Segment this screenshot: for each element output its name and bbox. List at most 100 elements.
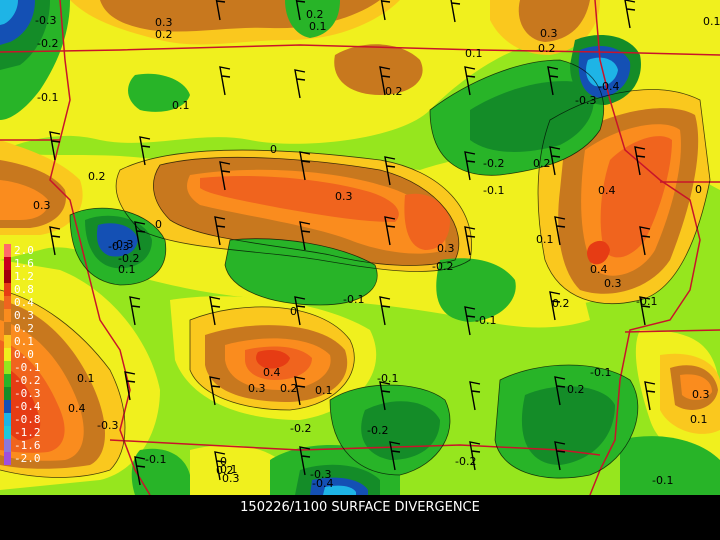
contour-value-label: -0.3 (575, 94, 596, 107)
legend-swatch (4, 374, 11, 387)
contour-value-label: 0.2 (88, 170, 106, 183)
legend-entry: 0.8 (4, 283, 54, 296)
contour-value-label: 0 (270, 143, 277, 156)
contour-value-label: -0.3 (97, 419, 118, 432)
legend-entry: -0.1 (4, 361, 54, 374)
legend-label: 0.0 (14, 348, 34, 361)
contour-value-label: 0.3 (604, 277, 622, 290)
color-legend: 2.0 1.6 1.2 0.8 0.4 0.3 0.2 0.1 0.0 -0.1 -0.2 -0.3-… (4, 244, 54, 465)
contour-value-label: 0.3 (248, 382, 266, 395)
contour-value-label: 0 (155, 218, 162, 231)
contour-value-label: 0.3 (692, 388, 710, 401)
contour-value-label: 0.1 (465, 47, 483, 60)
legend-label: 1.2 (14, 270, 34, 283)
legend-swatch (4, 361, 11, 374)
contour-value-label: 0.1 (77, 372, 95, 385)
contour-value-label: 0.2 (155, 28, 173, 41)
contour-value-label: 0 (695, 183, 702, 196)
contour-value-label: 0.2 (533, 157, 551, 170)
legend-swatch (4, 257, 11, 270)
contour-value-label: 0.2 (538, 42, 556, 55)
legend-label: -0.1 (14, 361, 41, 374)
legend-swatch (4, 452, 11, 465)
contour-value-label: 0.1 (536, 233, 554, 246)
legend-entry: -0.8 (4, 413, 54, 426)
legend-swatch (4, 387, 11, 400)
contour-value-label: 0.2 (385, 85, 403, 98)
contour-value-label: 0.4 (263, 366, 281, 379)
contour-value-label: 0.4 (598, 184, 616, 197)
contour-value-label: -0.2 (455, 455, 476, 468)
contour-value-label: -0.1 (145, 453, 166, 466)
contour-value-label: -0.4 (312, 477, 333, 490)
contour-value-label: -0.1 (37, 91, 58, 104)
legend-label: -0.2 (14, 374, 41, 387)
legend-swatch (4, 322, 11, 335)
legend-entry: -0.3 (4, 387, 54, 400)
legend-label: 0.4 (14, 296, 34, 309)
contour-value-label: 0.1 (118, 263, 136, 276)
legend-swatch (4, 244, 11, 257)
contour-value-label: 0.1 (172, 99, 190, 112)
legend-swatch (4, 335, 11, 348)
legend-entry: 0.3 (4, 309, 54, 322)
legend-label: -0.8 (14, 413, 41, 426)
contour-value-label: -0.1 (475, 314, 496, 327)
legend-entry: 0.1 (4, 335, 54, 348)
contour-value-label: -0.1 (377, 372, 398, 385)
contour-value-label: -0.4 (598, 80, 619, 93)
legend-entry: 0.2 (4, 322, 54, 335)
legend-label: -0.4 (14, 400, 41, 413)
legend-swatch (4, 400, 11, 413)
contour-value-label: -0.1 (343, 293, 364, 306)
contour-value-label: 0.1 (690, 413, 708, 426)
contour-value-label: 0.3 (437, 242, 455, 255)
contour-value-label: 0.2 (552, 297, 570, 310)
legend-label: 2.0 (14, 244, 34, 257)
contour-value-label: 0.4 (68, 402, 86, 415)
contour-value-label: 0.3 (33, 199, 51, 212)
contour-value-label: 0 (290, 305, 297, 318)
contour-value-label: -0.2 (37, 37, 58, 50)
legend-entry: -2.0 (4, 452, 54, 465)
legend-label: -2.0 (14, 452, 41, 465)
legend-entry: 2.0 (4, 244, 54, 257)
contour-value-label: -0.2 (483, 157, 504, 170)
legend-label: -1.2 (14, 426, 41, 439)
divergence-map: -0.3 0.30.20.20.10.30.20.1-0.20.1-0.10.10… (0, 0, 720, 495)
legend-swatch (4, 309, 11, 322)
legend-entry: -0.4 (4, 400, 54, 413)
legend-swatch (4, 439, 11, 452)
legend-label: 0.1 (14, 335, 34, 348)
contour-value-label: -0.2 (290, 422, 311, 435)
contour-value-label: 0.1 (315, 384, 333, 397)
contour-value-label: 0.1 (220, 463, 238, 476)
legend-swatch (4, 348, 11, 361)
contour-value-label: -0.2 (367, 424, 388, 437)
contour-value-label: 0.4 (590, 263, 608, 276)
contour-value-label: 0.3 (335, 190, 353, 203)
contour-value-label: 0.2 (567, 383, 585, 396)
legend-swatch (4, 413, 11, 426)
legend-entry: 0.4 (4, 296, 54, 309)
legend-entry: 0.0 (4, 348, 54, 361)
map-caption: 150226/1100 SURFACE DIVERGENCE (240, 500, 480, 515)
legend-entry: -1.2 (4, 426, 54, 439)
legend-entry: -1.6 (4, 439, 54, 452)
legend-label: 0.3 (14, 309, 34, 322)
legend-label: 0.8 (14, 283, 34, 296)
contour-value-label: -0.1 (590, 366, 611, 379)
legend-entry: 1.2 (4, 270, 54, 283)
contour-value-label: -0.2 (432, 260, 453, 273)
contour-value-label: -0.1 (636, 295, 657, 308)
legend-entry: 1.6 (4, 257, 54, 270)
legend-label: 0.2 (14, 322, 34, 335)
legend-label: -1.6 (14, 439, 41, 452)
contour-value-label: -0.1 (483, 184, 504, 197)
legend-swatch (4, 270, 11, 283)
contour-value-label: -0.1 (652, 474, 673, 487)
contour-value-label: -0.3 (35, 14, 56, 27)
contour-value-label: 0.2 (280, 382, 298, 395)
contour-value-label: 0.1 (703, 15, 720, 28)
legend-label: -0.3 (14, 387, 41, 400)
